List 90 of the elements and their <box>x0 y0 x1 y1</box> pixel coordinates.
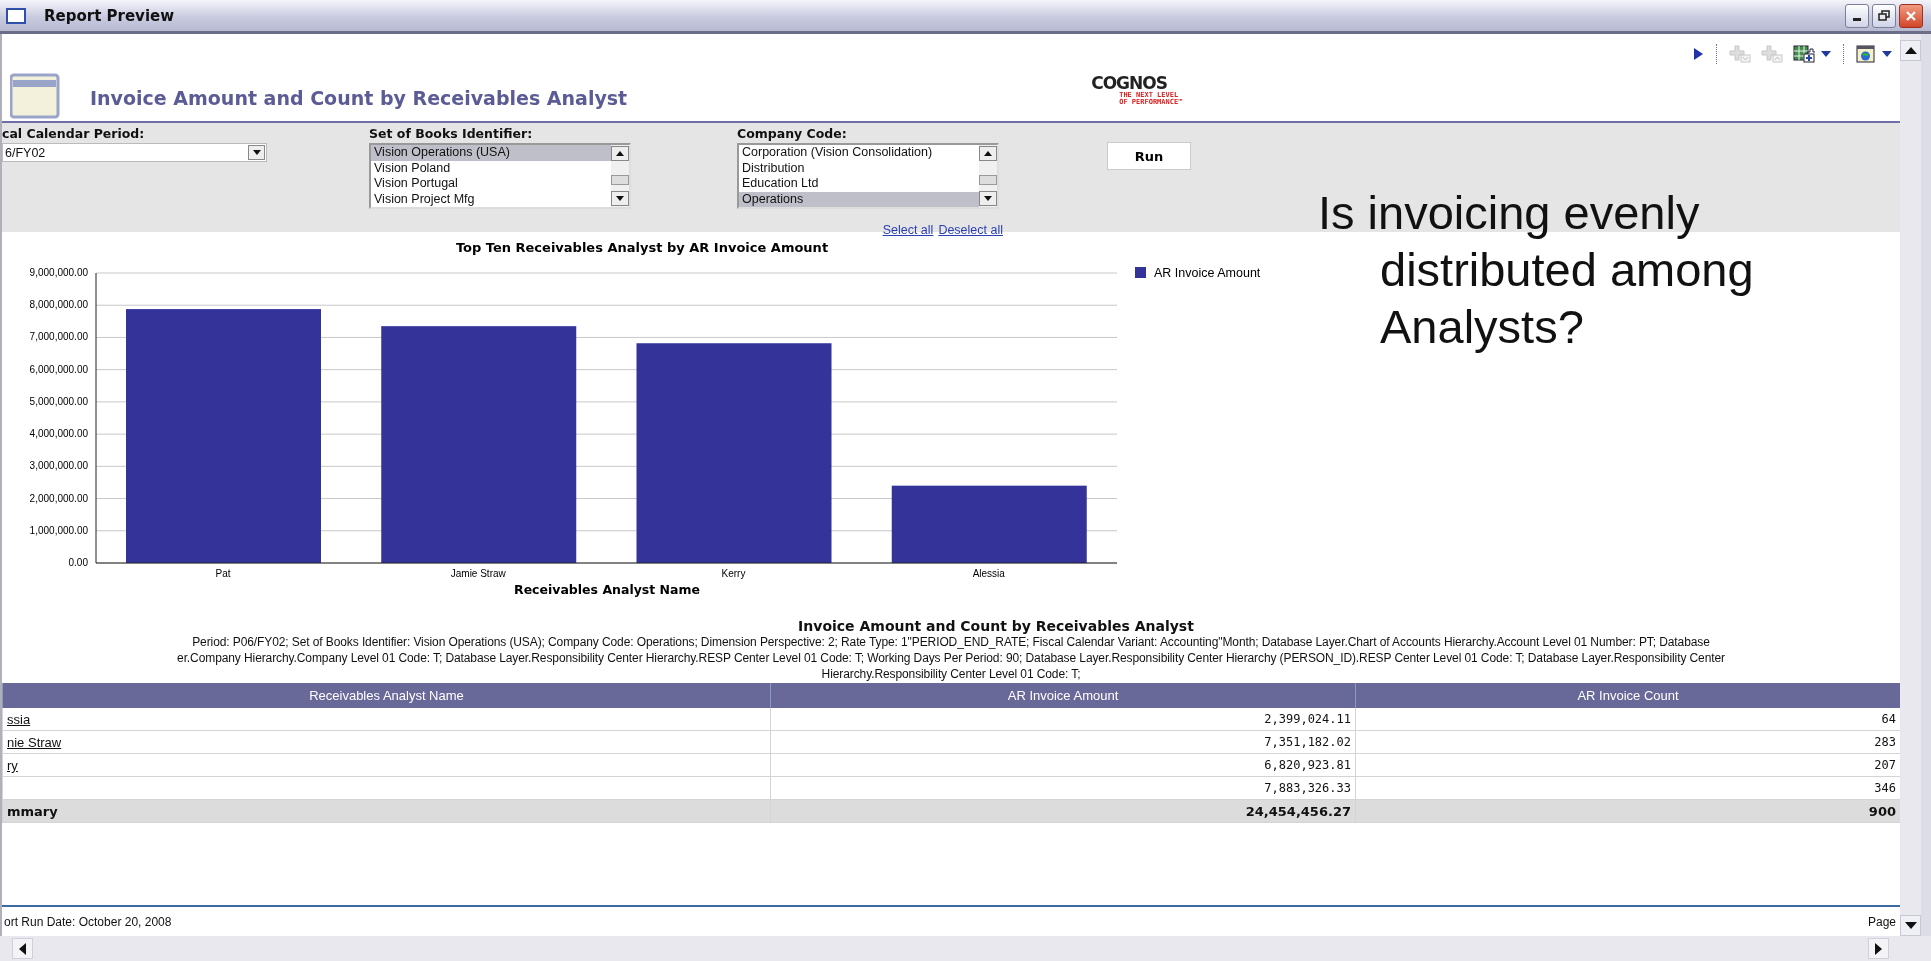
table-title: Invoice Amount and Count by Receivables Analyst <box>798 618 1194 634</box>
category-label: Alessia <box>972 568 1005 579</box>
report-title: Invoice Amount and Count by Receivables Analyst <box>90 86 628 109</box>
list-option[interactable]: Operations <box>739 191 979 207</box>
plus-box-icon <box>1729 45 1751 63</box>
summary-cell: mmary <box>2 800 770 823</box>
column-header: Receivables Analyst Name <box>2 683 770 708</box>
select-all-link[interactable]: Select all <box>882 223 934 237</box>
analyst-link[interactable]: ssia <box>7 712 31 727</box>
filter-text: er.Company Hierarchy.Company Level 01 Code: T; Database Layer.Responsibility Center Hierarchy.RESP Center Level 01 Code: T; Working Days Per Period: 90; Database Layer.Responsibility Center Hierarchy (PERSON_ID).RESP Center Level 01 Code: T; Database Layer.Responsibility Center <box>177 650 1725 666</box>
tick-label: 8,000,000.00 <box>29 299 88 311</box>
tick-label: 4,000,000.00 <box>29 428 88 440</box>
plus-box-icon <box>1761 45 1783 63</box>
close-button[interactable] <box>1899 3 1923 28</box>
question-text: Is invoicing evenly distributed among Analysts? <box>1318 185 1755 355</box>
list-box[interactable]: Corporation (Vision Consolidation) Distribution Education Ltd Operations <box>737 143 999 209</box>
list-option[interactable]: Education Ltd <box>739 176 979 192</box>
toolbar-button[interactable] <box>1854 45 1894 63</box>
table-cell: 64 <box>1355 708 1900 731</box>
scroll-thumb[interactable] <box>979 175 997 185</box>
run-button[interactable]: Run <box>1107 142 1191 170</box>
list-option[interactable]: Vision Portugal <box>371 176 611 192</box>
grid-plus-icon <box>1793 45 1815 63</box>
category-label: Jamie Straw <box>450 568 506 579</box>
up-arrow-icon <box>616 151 624 156</box>
minimize-icon <box>1853 18 1861 21</box>
tick-label: 1,000,000.00 <box>29 524 88 536</box>
scroll-thumb[interactable] <box>611 175 629 185</box>
caret-icon <box>1821 51 1831 57</box>
prompt-label: Set of Books Identifier: <box>369 126 534 141</box>
page-text: Page <box>1867 914 1896 929</box>
list-option[interactable]: Vision Operations (USA) <box>371 145 611 161</box>
category-label: Pat <box>215 568 231 579</box>
report-icon <box>10 72 60 119</box>
table-cell: 2,399,024.11 <box>770 708 1355 731</box>
legend-label: AR Invoice Amount <box>1154 266 1261 280</box>
tick-label: 5,000,000.00 <box>29 395 88 407</box>
table-cell: 283 <box>1355 731 1900 754</box>
tick-label: 3,000,000.00 <box>29 460 88 472</box>
list-option[interactable]: Vision Poland <box>371 160 611 176</box>
tick-label: 0.00 <box>68 557 88 568</box>
list-option[interactable]: Corporation (Vision Consolidation) <box>739 145 979 161</box>
horizontal-scrollbar[interactable] <box>0 936 1931 961</box>
column-header: AR Invoice Count <box>1355 683 1900 708</box>
category-label: Kerry <box>721 568 746 579</box>
restore-button[interactable] <box>1872 3 1896 28</box>
run-date-text: ort Run Date: October 20, 2008 <box>4 914 172 929</box>
close-icon <box>1905 9 1917 22</box>
chart-title: Top Ten Receivables Analyst by AR Invoice Amount <box>455 240 829 255</box>
toolbar-button[interactable] <box>1791 45 1833 63</box>
filter-text: Hierarchy.Responsibility Center Level 01 Code: T; <box>821 666 1081 682</box>
filter-text: Period: P06/FY02; Set of Books Identifier: Vision Operations (USA); Company Code: Operations; Dimension Perspective: 2; Rate Type: 1"PERIOD_END_RATE; Fiscal Calendar Variant: Accounting"Month; Database Layer.Chart of Accounts Hierarchy.Account Level 01 Number: PT; Database <box>192 634 1710 650</box>
up-arrow-icon <box>984 151 992 156</box>
tick-label: 9,000,000.00 <box>29 267 88 278</box>
scroll-up-icon[interactable] <box>1904 47 1917 54</box>
axis-title: Receivables Analyst Name <box>514 582 700 597</box>
list-option[interactable]: Vision Project Mfg <box>371 191 611 207</box>
dropdown-field[interactable]: 6/FY02 <box>2 143 267 162</box>
scrollbar[interactable] <box>611 145 629 207</box>
column-header: AR Invoice Amount <box>770 683 1355 708</box>
scrollbar[interactable] <box>979 145 997 207</box>
tick-label: 6,000,000.00 <box>29 363 88 375</box>
vertical-scrollbar[interactable] <box>1900 34 1921 936</box>
window-title: Report Preview <box>44 6 175 25</box>
window-icon <box>6 7 26 24</box>
restore-icon <box>1878 9 1890 22</box>
globe-window-icon <box>1856 45 1876 63</box>
list-box[interactable]: Vision Operations (USA) Vision Poland Vision Portugal Vision Project Mfg <box>369 143 631 209</box>
prompt-label: cal Calendar Period: <box>2 126 146 141</box>
play-icon <box>1692 46 1704 62</box>
caret-icon <box>1882 51 1892 57</box>
scroll-down-icon[interactable] <box>1904 922 1917 929</box>
dropdown-arrow-icon <box>252 150 261 155</box>
summary-cell: 24,454,456.27 <box>770 800 1355 823</box>
table-cell: 6,820,923.81 <box>770 754 1355 777</box>
down-arrow-icon <box>616 196 624 201</box>
down-arrow-icon <box>984 196 992 201</box>
scroll-left-icon[interactable] <box>19 942 26 955</box>
list-option[interactable]: Distribution <box>739 160 979 176</box>
deselect-all-link[interactable]: Deselect all <box>938 223 1003 237</box>
summary-cell: 900 <box>1355 800 1900 823</box>
scroll-right-icon[interactable] <box>1875 942 1882 955</box>
minimize-button[interactable] <box>1845 3 1869 28</box>
tick-label: 2,000,000.00 <box>29 492 88 504</box>
table-cell: 207 <box>1355 754 1900 777</box>
tick-label: 7,000,000.00 <box>29 331 88 343</box>
analyst-link[interactable]: ry <box>7 758 18 773</box>
analyst-link[interactable]: nie Straw <box>7 735 62 750</box>
table-cell: 7,351,182.02 <box>770 731 1355 754</box>
prompt-label: Company Code: <box>737 126 848 141</box>
